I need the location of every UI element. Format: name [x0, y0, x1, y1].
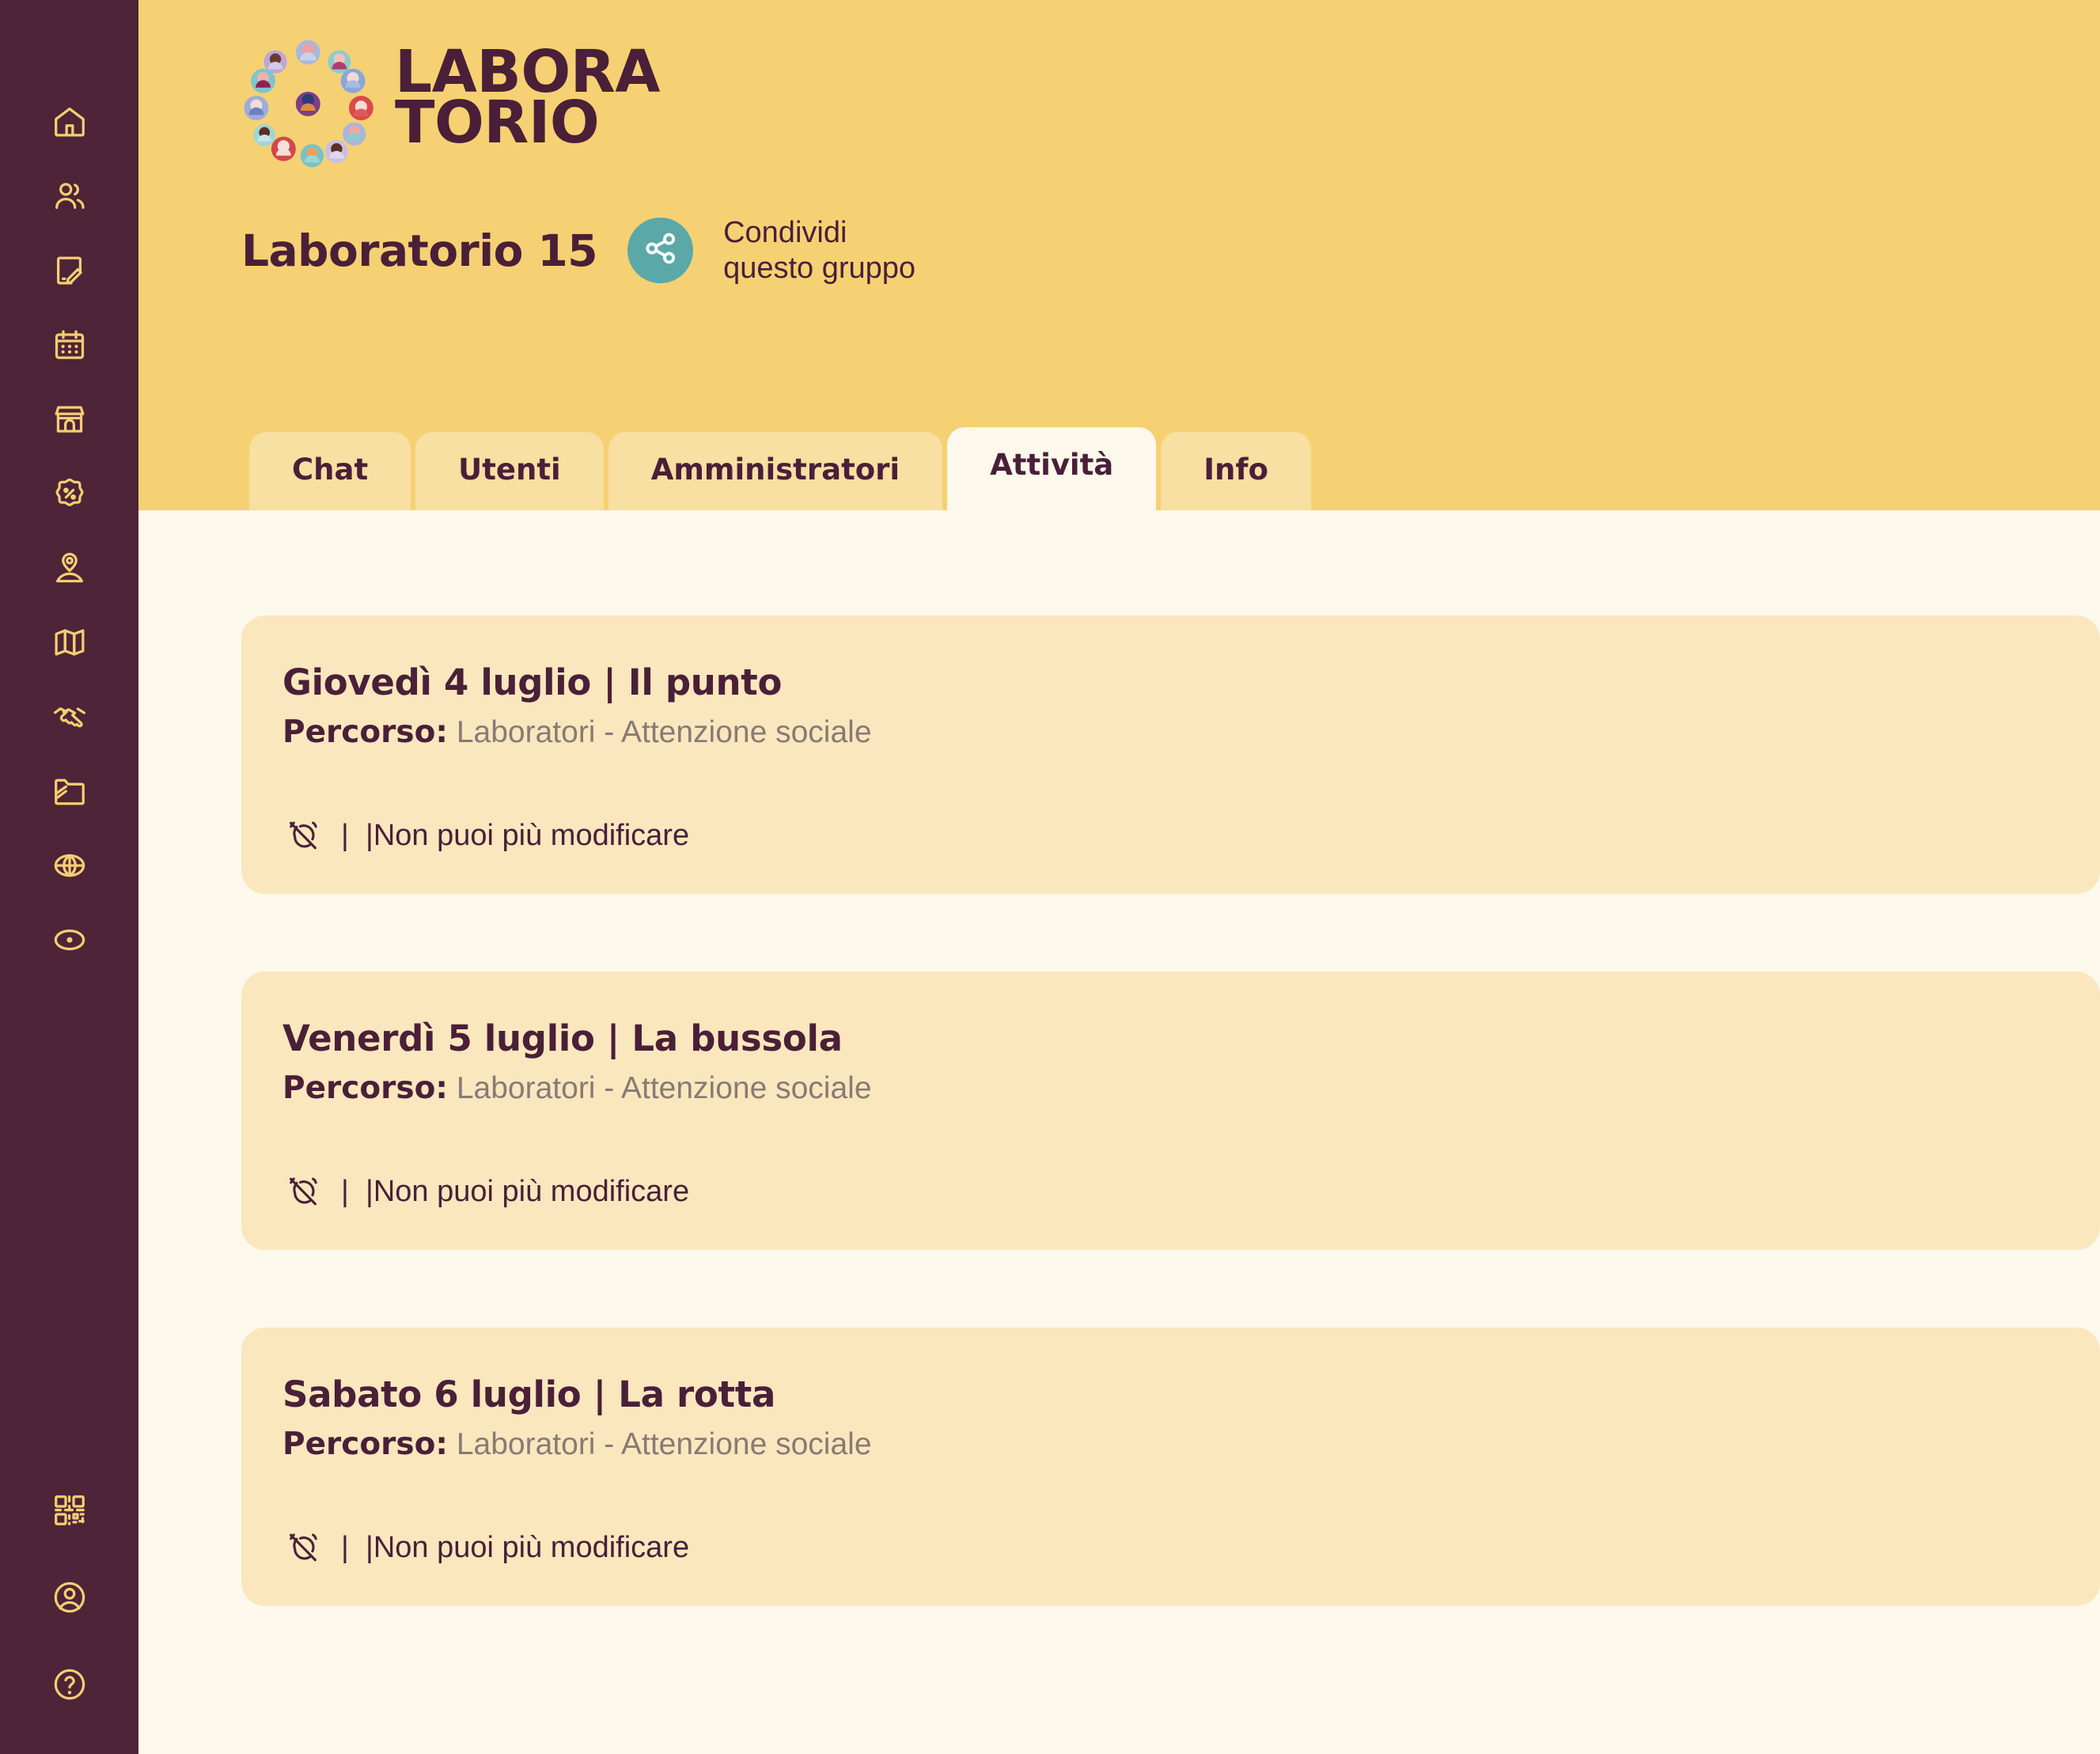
activity-percorso-label: Percorso:	[282, 1426, 449, 1462]
activity-status: | |Non puoi più modificare	[282, 815, 2100, 856]
activity-percorso-label: Percorso:	[282, 714, 449, 750]
person-pin-icon	[51, 550, 88, 586]
sidebar-item-record[interactable]	[49, 919, 90, 960]
activity-card[interactable]: Venerdì 5 luglio | La bussola Percorso: …	[241, 972, 2100, 1250]
sidebar-item-help[interactable]	[49, 1664, 90, 1705]
activity-percorso-label: Percorso:	[282, 1070, 449, 1106]
sidebar-item-map[interactable]	[49, 622, 90, 663]
store-icon	[51, 401, 88, 438]
sidebar-item-person-pin[interactable]	[49, 547, 90, 589]
main-area: LABORA TORIO Laboratorio 15 Condividi qu…	[138, 0, 2100, 1754]
tab-bar: Chat Utenti Amministratori Attività Info	[249, 427, 1311, 510]
discount-icon	[51, 475, 88, 512]
sidebar-item-store[interactable]	[49, 399, 90, 440]
share-group-button[interactable]	[627, 218, 694, 284]
left-sidebar	[0, 0, 138, 1754]
activity-title: Giovedì 4 luglio | Il punto	[282, 661, 783, 703]
activity-percorso-value: Laboratori - Attenzione sociale	[448, 1071, 872, 1105]
laboratorio-avatars-logo-icon	[241, 33, 377, 169]
map-icon	[51, 624, 88, 661]
page-title: Laboratorio 15	[241, 225, 598, 276]
share-label-line1: Condividi	[723, 216, 847, 249]
activity-status-text: | |Non puoi più modificare	[341, 1174, 690, 1208]
share-label-line2: questo gruppo	[723, 251, 916, 285]
globe-icon	[51, 847, 88, 884]
account-circle-icon	[51, 1579, 88, 1616]
activity-percorso: Percorso: Laboratori - Attenzione social…	[282, 714, 2100, 750]
activity-status-text: | |Non puoi più modificare	[341, 818, 690, 852]
sidebar-item-calendar[interactable]	[49, 324, 90, 366]
app-root: LABORA TORIO Laboratorio 15 Condividi qu…	[0, 0, 2100, 1754]
activity-percorso-value: Laboratori - Attenzione sociale	[448, 715, 872, 749]
home-icon	[51, 104, 88, 140]
record-icon	[51, 922, 88, 958]
sidebar-item-discount[interactable]	[49, 473, 90, 514]
sidebar-secondary-nav	[0, 1490, 138, 1705]
handshake-icon	[51, 699, 88, 735]
folder-edit-icon	[51, 773, 88, 809]
users-icon	[51, 178, 88, 214]
sidebar-primary-nav	[49, 101, 90, 960]
share-group-label: Condividi questo gruppo	[723, 215, 915, 286]
calendar-icon	[51, 327, 88, 363]
tab-attivita[interactable]: Attività	[947, 427, 1157, 510]
share-icon	[643, 230, 679, 271]
group-title-row: Laboratorio 15 Condividi questo gruppo	[241, 215, 2100, 286]
activity-percorso-value: Laboratori - Attenzione sociale	[448, 1427, 872, 1461]
qr-code-icon	[51, 1492, 88, 1529]
sidebar-item-edit-document[interactable]	[49, 250, 90, 291]
activity-card[interactable]: Sabato 6 luglio | La rotta Percorso: Lab…	[241, 1328, 2100, 1606]
sidebar-item-folder-edit[interactable]	[49, 771, 90, 812]
sidebar-item-handshake[interactable]	[49, 696, 90, 737]
help-circle-icon	[51, 1666, 88, 1703]
page-header: LABORA TORIO Laboratorio 15 Condividi qu…	[138, 0, 2100, 510]
brand-logo[interactable]: LABORA TORIO	[241, 0, 2100, 169]
brand-wordmark: LABORA TORIO	[395, 44, 661, 154]
activity-status: | |Non puoi più modificare	[282, 1527, 2100, 1568]
tab-amministratori[interactable]: Amministratori	[608, 432, 943, 510]
tab-info[interactable]: Info	[1161, 432, 1311, 510]
alarm-off-icon	[282, 1171, 324, 1212]
sidebar-item-users[interactable]	[49, 176, 90, 217]
activity-list: Giovedì 4 luglio | Il punto Percorso: La…	[138, 510, 2100, 1754]
activity-title: Sabato 6 luglio | La rotta	[282, 1373, 776, 1415]
sidebar-item-account[interactable]	[49, 1577, 90, 1618]
tab-chat[interactable]: Chat	[249, 432, 411, 510]
activity-percorso: Percorso: Laboratori - Attenzione social…	[282, 1426, 2100, 1462]
alarm-off-icon	[282, 1527, 324, 1568]
edit-document-icon	[51, 252, 88, 289]
sidebar-item-qr-code[interactable]	[49, 1490, 90, 1531]
sidebar-item-home[interactable]	[49, 101, 90, 142]
activity-status: | |Non puoi più modificare	[282, 1171, 2100, 1212]
alarm-off-icon	[282, 815, 324, 856]
activity-percorso: Percorso: Laboratori - Attenzione social…	[282, 1070, 2100, 1106]
activity-status-text: | |Non puoi più modificare	[341, 1530, 690, 1564]
tab-utenti[interactable]: Utenti	[415, 432, 604, 510]
sidebar-item-globe[interactable]	[49, 845, 90, 886]
activity-title: Venerdì 5 luglio | La bussola	[282, 1017, 843, 1059]
activity-card[interactable]: Giovedì 4 luglio | Il punto Percorso: La…	[241, 616, 2100, 894]
